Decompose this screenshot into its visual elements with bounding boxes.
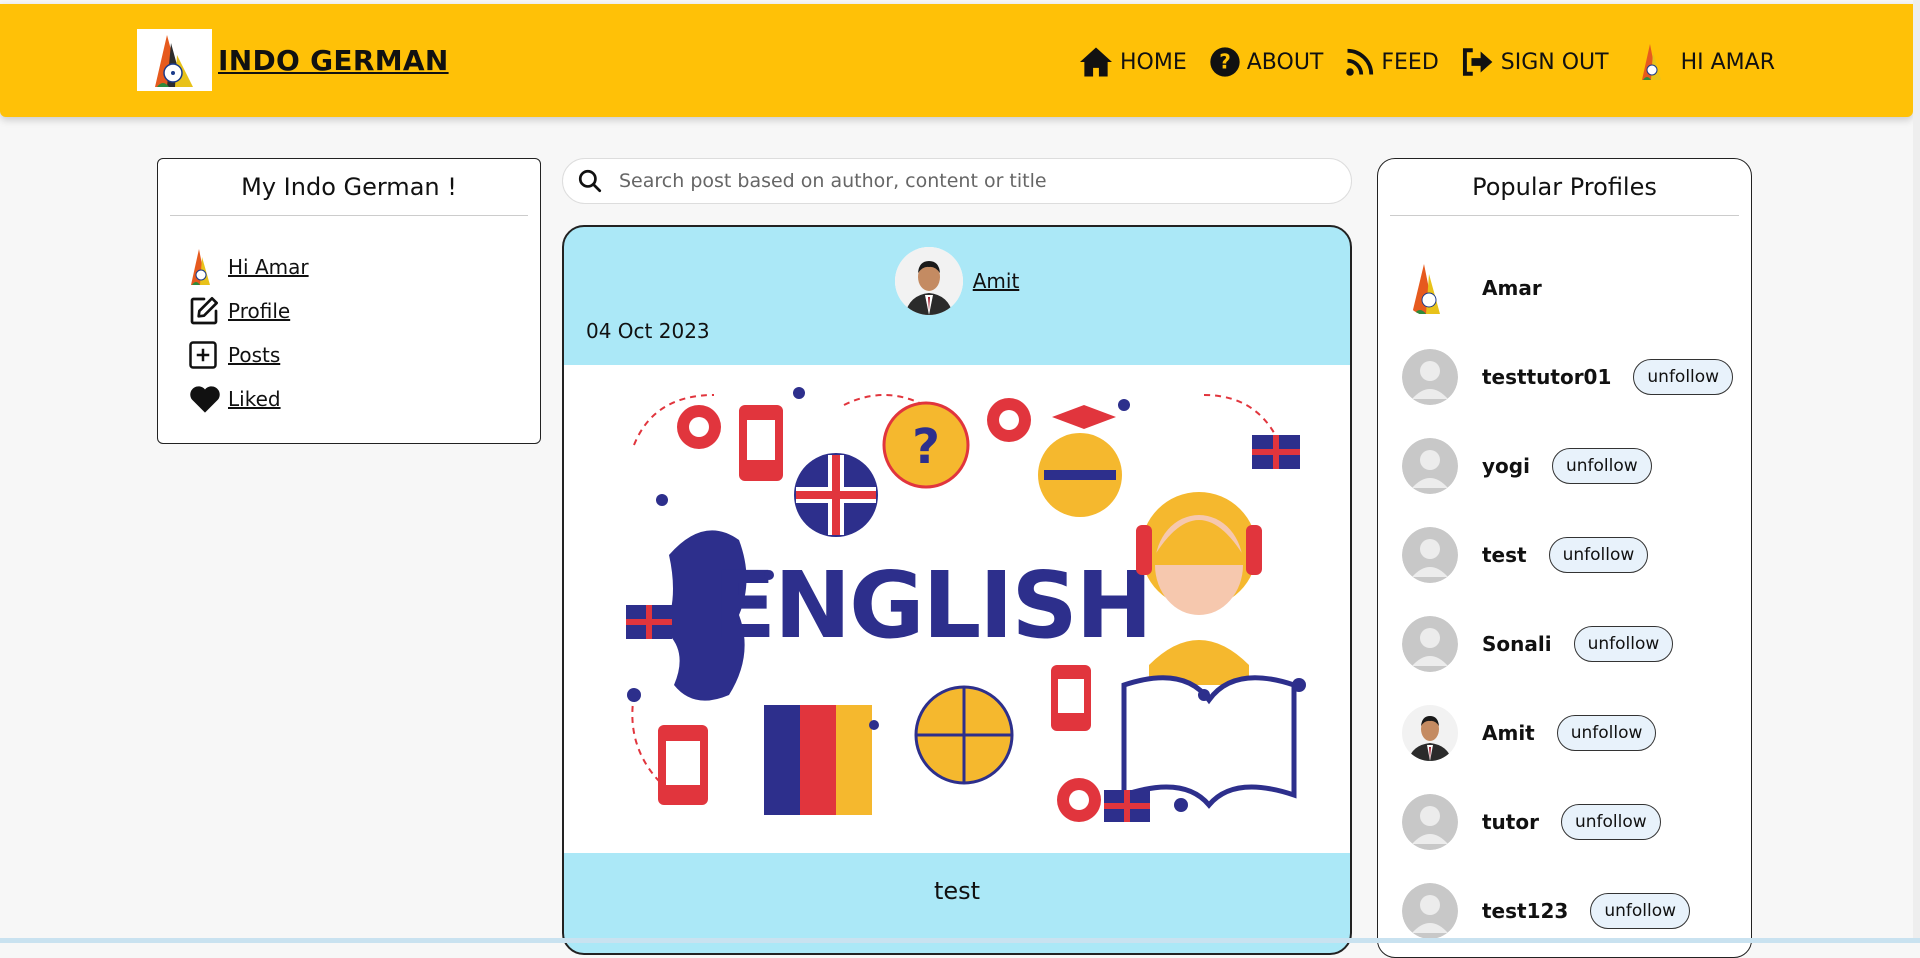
default-avatar-icon[interactable] xyxy=(1402,526,1458,583)
nav-feed[interactable]: FEED xyxy=(1345,47,1439,77)
brand-link[interactable]: INDO GERMAN xyxy=(137,29,449,91)
menu-item-liked[interactable]: Liked xyxy=(188,377,309,421)
profile-name[interactable]: yogi xyxy=(1482,454,1530,478)
search-icon xyxy=(578,169,602,193)
default-avatar-icon[interactable] xyxy=(1402,615,1458,672)
page-scrollbar[interactable] xyxy=(1913,0,1920,943)
post-date: 04 Oct 2023 xyxy=(586,319,710,343)
unfollow-button[interactable]: unfollow xyxy=(1590,892,1691,929)
default-avatar-icon[interactable] xyxy=(1402,348,1458,405)
menu-liked-link[interactable]: Liked xyxy=(228,387,281,411)
divider xyxy=(1390,215,1739,216)
nav-user-menu[interactable]: HI AMAR xyxy=(1639,42,1775,82)
post-image: ? ENGLISH xyxy=(564,365,1350,853)
profile-name[interactable]: test xyxy=(1482,543,1527,567)
popular-profiles-panel: Popular Profiles Amar testtutor01 unfoll… xyxy=(1377,158,1752,958)
profile-row[interactable]: test unfollow xyxy=(1402,510,1742,599)
nav-about-label: ABOUT xyxy=(1246,49,1324,75)
profiles-list: Amar testtutor01 unfollow yogi unfollow … xyxy=(1402,243,1742,955)
plus-square-icon xyxy=(188,340,222,370)
menu-profile-link[interactable]: Profile xyxy=(228,299,290,323)
author-link[interactable]: Amit xyxy=(973,269,1020,293)
svg-text:?: ? xyxy=(1219,50,1231,74)
brand-name: INDO GERMAN xyxy=(218,43,449,77)
nav-home[interactable]: HOME xyxy=(1078,46,1187,78)
profile-row[interactable]: Amar xyxy=(1402,243,1742,332)
profile-name[interactable]: testtutor01 xyxy=(1482,365,1611,389)
default-avatar-icon[interactable] xyxy=(1402,793,1458,850)
profile-row[interactable]: tutor unfollow xyxy=(1402,777,1742,866)
post-image-text: ENGLISH xyxy=(713,552,1150,659)
nav-feed-label: FEED xyxy=(1381,49,1439,75)
default-avatar-icon[interactable] xyxy=(1402,882,1458,939)
nav-sign-out-label: SIGN OUT xyxy=(1500,49,1609,75)
post-card: Amit 04 Oct 2023 ? ENGLISH test xyxy=(562,225,1352,955)
edit-icon xyxy=(188,295,222,327)
user-greeting: HI AMAR xyxy=(1680,49,1775,75)
home-icon xyxy=(1080,47,1112,77)
default-avatar-icon[interactable] xyxy=(1402,437,1458,494)
nav-home-label: HOME xyxy=(1120,49,1187,75)
rss-icon xyxy=(1346,48,1374,76)
heart-icon xyxy=(188,384,222,414)
brand-logo-icon xyxy=(137,29,212,91)
search-bar xyxy=(562,158,1352,204)
account-menu: Hi Amar Profile Posts Liked xyxy=(188,245,309,421)
profile-name[interactable]: Amit xyxy=(1482,721,1535,745)
profile-avatar-logo-icon[interactable] xyxy=(1402,259,1458,316)
profile-avatar-photo[interactable] xyxy=(1402,704,1458,761)
menu-item-greeting[interactable]: Hi Amar xyxy=(188,245,309,289)
panel-title: My Indo German ! xyxy=(241,173,457,201)
menu-item-profile[interactable]: Profile xyxy=(188,289,309,333)
unfollow-button[interactable]: unfollow xyxy=(1633,358,1734,395)
top-navbar: INDO GERMAN HOME ? ABOUT FEED SIGN OUT H… xyxy=(0,4,1913,117)
profile-name[interactable]: Amar xyxy=(1482,276,1542,300)
profile-row[interactable]: Sonali unfollow xyxy=(1402,599,1742,688)
post-author: Amit xyxy=(564,247,1350,315)
profile-name[interactable]: tutor xyxy=(1482,810,1539,834)
question-icon: ? xyxy=(1210,47,1240,77)
unfollow-button[interactable]: unfollow xyxy=(1556,714,1657,751)
profile-row[interactable]: Amit unfollow xyxy=(1402,688,1742,777)
nav-about[interactable]: ? ABOUT xyxy=(1209,46,1324,78)
bottom-strip xyxy=(0,938,1920,943)
menu-posts-link[interactable]: Posts xyxy=(228,343,280,367)
unfollow-button[interactable]: unfollow xyxy=(1560,803,1661,840)
profile-row[interactable]: yogi unfollow xyxy=(1402,421,1742,510)
menu-item-posts[interactable]: Posts xyxy=(188,333,309,377)
user-logo-icon xyxy=(1641,44,1661,80)
menu-greeting-label[interactable]: Hi Amar xyxy=(228,255,309,279)
main-nav: HOME ? ABOUT FEED SIGN OUT HI AMAR xyxy=(1078,42,1775,82)
panel-title: Popular Profiles xyxy=(1472,173,1657,201)
unfollow-button[interactable]: unfollow xyxy=(1573,625,1674,662)
logo-icon xyxy=(188,247,222,287)
profile-row[interactable]: testtutor01 unfollow xyxy=(1402,332,1742,421)
profile-name[interactable]: test123 xyxy=(1482,899,1568,923)
svg-text:?: ? xyxy=(912,419,940,475)
author-avatar[interactable] xyxy=(894,247,963,315)
unfollow-button[interactable]: unfollow xyxy=(1548,536,1649,573)
nav-sign-out[interactable]: SIGN OUT xyxy=(1461,47,1609,77)
my-account-panel: My Indo German ! Hi Amar Profile Posts L… xyxy=(157,158,541,444)
sign-out-icon xyxy=(1462,48,1493,76)
profile-name[interactable]: Sonali xyxy=(1482,632,1552,656)
search-input[interactable] xyxy=(617,169,1321,193)
divider xyxy=(170,215,528,216)
unfollow-button[interactable]: unfollow xyxy=(1551,447,1652,484)
post-title: test xyxy=(933,877,981,905)
